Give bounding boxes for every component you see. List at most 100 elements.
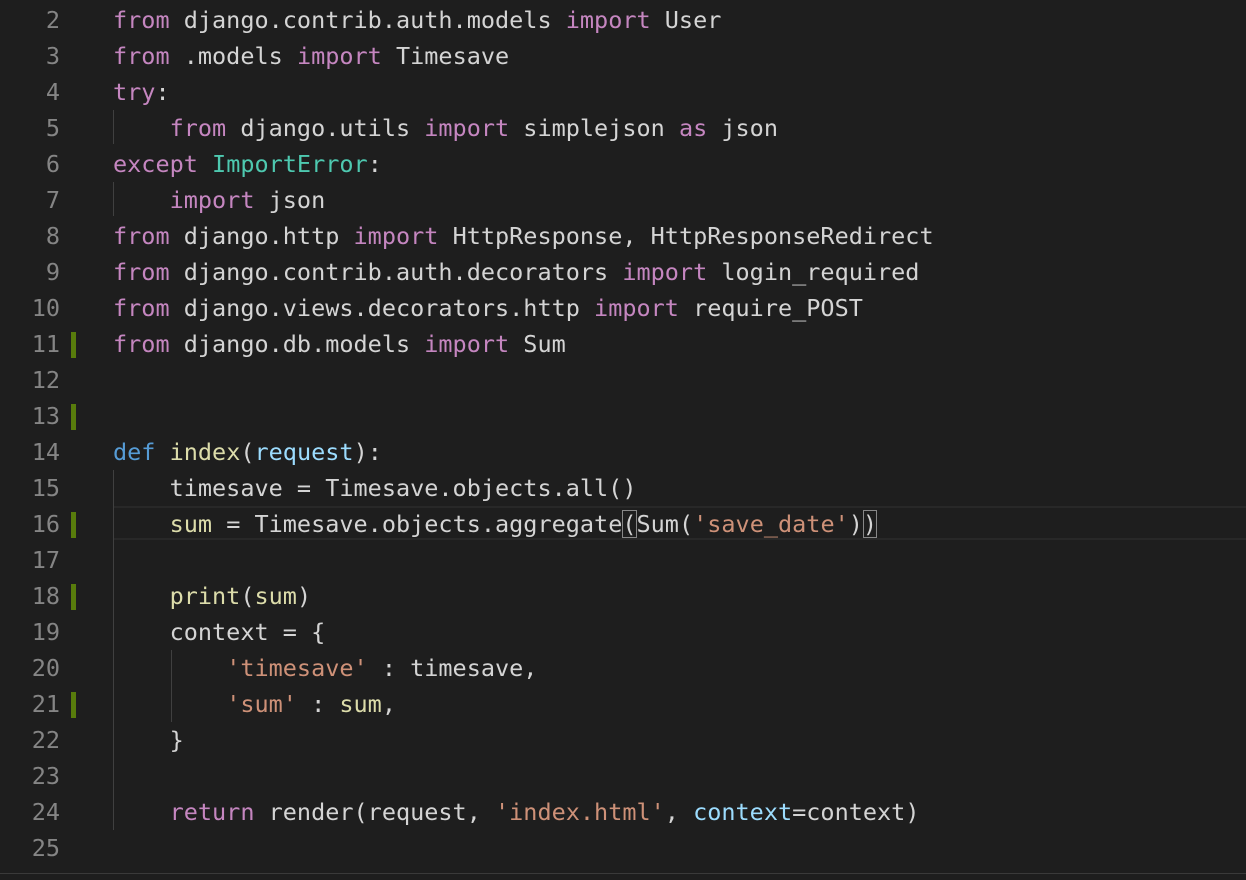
code-text[interactable]: from django.contrib.auth.models import U…	[113, 2, 721, 38]
code-text[interactable]: print(sum)	[113, 578, 312, 614]
line-number: 5	[45, 114, 60, 142]
matched-bracket: (	[622, 510, 637, 538]
code-token: :	[367, 150, 382, 178]
code-text[interactable]: context = {	[113, 614, 326, 650]
code-token: (	[240, 582, 255, 610]
code-token: ,	[381, 690, 396, 718]
code-token: simplejson	[509, 114, 679, 142]
code-token: )	[296, 582, 312, 610]
code-text[interactable]: sum = Timesave.objects.aggregate(Sum('sa…	[113, 506, 878, 542]
horizontal-scrollbar[interactable]	[0, 873, 1246, 880]
code-text[interactable]: from django.views.decorators.http import…	[113, 290, 863, 326]
code-line[interactable]: 17	[0, 542, 1246, 578]
code-text[interactable]: from django.contrib.auth.decorators impo…	[113, 254, 919, 290]
code-token: sum	[169, 510, 213, 538]
code-token: from	[169, 114, 227, 142]
code-line[interactable]: 13	[0, 398, 1246, 434]
code-token: django.http	[169, 222, 354, 250]
code-token: from	[113, 258, 170, 286]
code-line[interactable]: 24 return render(request, 'index.html', …	[0, 794, 1246, 830]
code-token: (	[240, 438, 255, 466]
code-text[interactable]: return render(request, 'index.html', con…	[113, 794, 920, 830]
code-token: return	[169, 798, 255, 826]
code-token: import	[622, 258, 708, 286]
modified-line-indicator[interactable]	[71, 512, 76, 538]
code-line[interactable]: 9 from django.contrib.auth.decorators imp…	[0, 254, 1246, 290]
code-text[interactable]: 'timesave' : timesave,	[113, 650, 537, 686]
line-number: 8	[45, 222, 60, 250]
code-line[interactable]: 25	[0, 830, 1246, 866]
code-token: import	[594, 294, 679, 322]
modified-line-indicator[interactable]	[71, 404, 76, 430]
code-text[interactable]: from django.db.models import Sum	[113, 326, 566, 362]
code-text[interactable]: from django.utils import simplejson as j…	[113, 110, 778, 146]
code-token: json	[254, 186, 326, 214]
code-line[interactable]: 2 from django.contrib.auth.models import …	[0, 2, 1246, 38]
code-token: 'timesave'	[226, 654, 368, 682]
code-line[interactable]: 10 from django.views.decorators.http impo…	[0, 290, 1246, 326]
code-text[interactable]: }	[113, 722, 184, 758]
code-token: import	[424, 114, 510, 142]
code-token: 'index.html'	[495, 798, 665, 826]
code-text[interactable]: from .models import Timesave	[113, 38, 509, 74]
modified-line-indicator[interactable]	[71, 332, 76, 358]
code-token: json	[707, 114, 778, 142]
code-line[interactable]: 23	[0, 758, 1246, 794]
code-text[interactable]: try:	[113, 74, 170, 110]
code-token: :	[155, 78, 170, 106]
line-number: 20	[31, 654, 60, 682]
code-token: from	[113, 330, 170, 358]
code-line[interactable]: 18 print(sum)	[0, 578, 1246, 614]
code-token: context	[693, 798, 793, 826]
code-line[interactable]: 22 }	[0, 722, 1246, 758]
line-number: 9	[45, 258, 60, 286]
code-text[interactable]: except ImportError:	[113, 146, 382, 182]
code-line[interactable]: 8 from django.http import HttpResponse, H…	[0, 218, 1246, 254]
line-number: 12	[31, 366, 60, 394]
code-text[interactable]: 'sum' : sum,	[113, 686, 396, 722]
line-number: 16	[31, 510, 60, 538]
line-number: 2	[45, 6, 60, 34]
code-line[interactable]: 20 'timesave' : timesave,	[0, 650, 1246, 686]
code-token: ):	[353, 438, 382, 466]
code-token: : timesave,	[367, 654, 538, 682]
code-line[interactable]: 3 from .models import Timesave	[0, 38, 1246, 74]
code-line[interactable]: 4 try:	[0, 74, 1246, 110]
code-text[interactable]: from django.http import HttpResponse, Ht…	[113, 218, 934, 254]
line-number: 14	[31, 438, 60, 466]
code-token: ImportError	[212, 150, 368, 178]
code-line[interactable]: 7 import json	[0, 182, 1246, 218]
code-line[interactable]: 12	[0, 362, 1246, 398]
modified-line-indicator[interactable]	[71, 584, 76, 610]
code-line[interactable]: 11 from django.db.models import Sum	[0, 326, 1246, 362]
code-editor[interactable]: 2 from django.contrib.auth.models import …	[0, 0, 1246, 880]
code-line[interactable]: 19 context = {	[0, 614, 1246, 650]
code-line[interactable]: 15 timesave = Timesave.objects.all()	[0, 470, 1246, 506]
code-token: require_POST	[678, 294, 863, 322]
code-token: django.utils	[226, 114, 425, 142]
code-text[interactable]: import json	[113, 182, 326, 218]
code-line[interactable]: 6 except ImportError:	[0, 146, 1246, 182]
code-token: Timesave	[381, 42, 510, 70]
code-token: sum	[339, 690, 382, 718]
code-token: 'sum'	[226, 690, 297, 718]
modified-line-indicator[interactable]	[71, 692, 76, 718]
code-token: User	[650, 6, 722, 34]
line-number: 3	[45, 42, 60, 70]
code-token: = Timesave.objects.aggregate	[212, 510, 623, 538]
code-line[interactable]: 21 'sum' : sum,	[0, 686, 1246, 722]
line-number: 23	[31, 762, 60, 790]
code-line[interactable]: 16 sum = Timesave.objects.aggregate(Sum(…	[0, 506, 1246, 542]
code-token: }	[113, 726, 184, 754]
code-line[interactable]: 5 from django.utils import simplejson as…	[0, 110, 1246, 146]
code-token: render(request,	[254, 798, 496, 826]
code-text[interactable]: timesave = Timesave.objects.all()	[113, 470, 637, 506]
code-text[interactable]: def index(request):	[113, 434, 382, 470]
code-token: )	[848, 510, 863, 538]
code-token: context = {	[113, 618, 326, 646]
code-token: try	[113, 78, 156, 106]
code-line[interactable]: 14 def index(request):	[0, 434, 1246, 470]
